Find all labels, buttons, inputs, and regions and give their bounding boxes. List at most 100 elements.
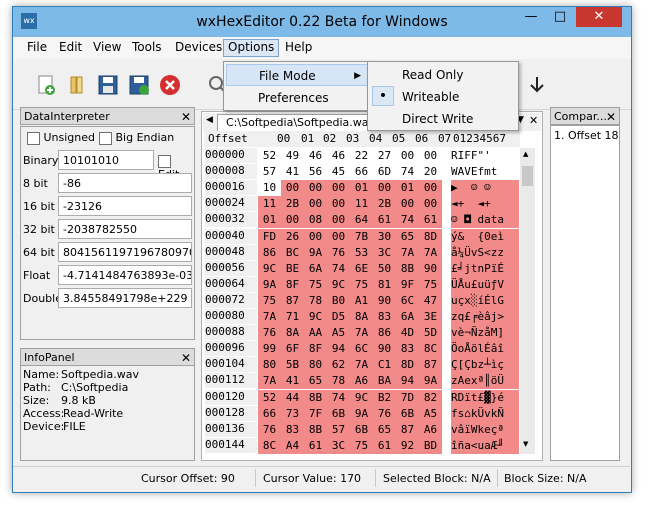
- hex-byte-cell[interactable]: 8C: [419, 341, 442, 358]
- hex-byte-cell[interactable]: 01: [350, 180, 373, 197]
- unsigned-option[interactable]: Unsigned: [27, 131, 95, 145]
- hex-byte-cell[interactable]: 9C: [258, 260, 281, 277]
- hex-byte-cell[interactable]: 01: [396, 180, 419, 197]
- hex-byte-cell[interactable]: 26: [281, 228, 304, 245]
- hex-byte-cell[interactable]: 00: [327, 228, 350, 245]
- hex-byte-cell[interactable]: 00: [281, 212, 304, 229]
- unsigned-checkbox[interactable]: [27, 131, 40, 145]
- hex-byte-cell[interactable]: 7D: [396, 389, 419, 406]
- hex-byte-cell[interactable]: 83: [373, 309, 396, 325]
- menu-item-read-only[interactable]: Read Only: [370, 64, 516, 86]
- hex-byte-cell[interactable]: 75: [350, 276, 373, 293]
- hex-byte-cell[interactable]: 9A: [304, 244, 327, 261]
- ascii-cell[interactable]: vè¬ÑzåM]: [451, 325, 519, 342]
- hex-byte-cell[interactable]: 00: [281, 180, 304, 197]
- hex-byte-cell[interactable]: 5B: [281, 357, 304, 374]
- hex-byte-cell[interactable]: 75: [419, 276, 442, 293]
- hex-byte-cell[interactable]: 00: [373, 180, 396, 197]
- ascii-cell[interactable]: uçx░íÉlG: [451, 292, 519, 309]
- ascii-cell[interactable]: ◄+ ◄+: [451, 196, 519, 213]
- hex-byte-cell[interactable]: 62: [327, 357, 350, 374]
- title-bar[interactable]: wx wxHexEditor 0.22 Beta for Windows — □…: [13, 7, 631, 37]
- ascii-cell[interactable]: ÖoÅölÉâî: [451, 341, 519, 358]
- hex-byte-cell[interactable]: 74: [327, 260, 350, 277]
- hex-byte-cell[interactable]: BA: [373, 373, 396, 390]
- hex-byte-cell[interactable]: 6C: [396, 292, 419, 309]
- hex-byte-cell[interactable]: 76: [258, 325, 281, 342]
- menu-file[interactable]: File: [27, 40, 47, 57]
- hex-byte-cell[interactable]: 6B: [350, 421, 373, 438]
- hex-byte-cell[interactable]: 3C: [327, 437, 350, 454]
- hex-byte-cell[interactable]: 6A: [396, 309, 419, 325]
- 64bit-field[interactable]: 8041561197196780970: [58, 242, 192, 262]
- hex-byte-cell[interactable]: 50: [373, 260, 396, 277]
- hex-byte-cell[interactable]: 8F: [304, 341, 327, 358]
- hex-byte-cell[interactable]: 76: [327, 244, 350, 261]
- hex-byte-cell[interactable]: 11: [258, 196, 281, 213]
- ascii-cell[interactable]: WAVEfmt: [451, 164, 519, 181]
- hex-byte-cell[interactable]: 61: [373, 437, 396, 454]
- vertical-scrollbar[interactable]: ▲ ▼: [520, 148, 535, 454]
- menu-item-direct-write[interactable]: Direct Write: [370, 108, 516, 130]
- hex-byte-cell[interactable]: 6E: [350, 260, 373, 277]
- hex-byte-cell[interactable]: 61: [304, 437, 327, 454]
- hex-byte-cell[interactable]: 49: [281, 148, 304, 164]
- hex-byte-cell[interactable]: 00: [419, 196, 442, 213]
- ascii-cell[interactable]: fs⌂kÜvkÑ: [451, 405, 519, 422]
- list-item[interactable]: 1. Offset 18: [554, 129, 619, 142]
- 16bit-field[interactable]: -23126: [58, 196, 192, 216]
- hex-byte-cell[interactable]: 2B: [373, 196, 396, 213]
- hex-byte-cell[interactable]: 7A: [258, 373, 281, 390]
- hex-byte-cell[interactable]: 71: [281, 309, 304, 325]
- hex-byte-cell[interactable]: 8A: [350, 309, 373, 325]
- hex-byte-cell[interactable]: 74: [327, 389, 350, 406]
- hex-byte-cell[interactable]: 75: [258, 292, 281, 309]
- hex-byte-cell[interactable]: 6F: [281, 341, 304, 358]
- hex-byte-cell[interactable]: 6B: [396, 405, 419, 422]
- hex-byte-cell[interactable]: 56: [304, 164, 327, 181]
- hex-byte-cell[interactable]: 3E: [419, 309, 442, 325]
- hex-byte-cell[interactable]: 75: [304, 276, 327, 293]
- hex-byte-cell[interactable]: 83: [281, 421, 304, 438]
- goto-down-icon[interactable]: [525, 73, 549, 97]
- menu-item-preferences[interactable]: Preferences: [226, 87, 368, 109]
- hex-byte-cell[interactable]: 80: [304, 357, 327, 374]
- ascii-cell[interactable]: vâïWkeçª: [451, 421, 519, 438]
- hex-byte-cell[interactable]: 3C: [373, 244, 396, 261]
- hex-byte-cell[interactable]: 8C: [258, 437, 281, 454]
- hex-byte-cell[interactable]: 11: [350, 196, 373, 213]
- hex-byte-cell[interactable]: 00: [396, 196, 419, 213]
- hex-byte-cell[interactable]: 00: [419, 148, 442, 164]
- hex-byte-cell[interactable]: 00: [304, 196, 327, 213]
- close-icon[interactable]: ✕: [606, 108, 616, 126]
- ascii-cell[interactable]: ☺ ◘ data: [451, 212, 519, 229]
- hex-byte-cell[interactable]: 52: [258, 389, 281, 406]
- hex-byte-cell[interactable]: 57: [327, 421, 350, 438]
- hex-byte-cell[interactable]: 8B: [304, 389, 327, 406]
- hex-byte-cell[interactable]: 86: [258, 244, 281, 261]
- hex-byte-cell[interactable]: 80: [258, 357, 281, 374]
- hex-byte-cell[interactable]: 65: [396, 228, 419, 245]
- hex-byte-cell[interactable]: A4: [281, 437, 304, 454]
- close-icon[interactable]: ✕: [181, 349, 191, 367]
- menu-help[interactable]: Help: [285, 40, 312, 57]
- hex-byte-cell[interactable]: 08: [304, 212, 327, 229]
- hex-byte-cell[interactable]: C1: [373, 357, 396, 374]
- hex-byte-cell[interactable]: 00: [419, 180, 442, 197]
- hex-byte-cell[interactable]: BD: [419, 437, 442, 454]
- hex-byte-cell[interactable]: 46: [304, 148, 327, 164]
- hex-byte-cell[interactable]: 61: [419, 212, 442, 229]
- save-as-icon[interactable]: [127, 73, 151, 97]
- hex-byte-cell[interactable]: 10: [258, 180, 281, 197]
- hex-byte-cell[interactable]: 9C: [304, 309, 327, 325]
- hex-byte-cell[interactable]: 2B: [281, 196, 304, 213]
- close-icon[interactable]: ✕: [181, 108, 191, 126]
- hex-byte-cell[interactable]: 7F: [304, 405, 327, 422]
- hex-byte-cell[interactable]: 66: [258, 405, 281, 422]
- ascii-cell[interactable]: zAexª║öÜ: [451, 373, 519, 390]
- hex-byte-cell[interactable]: 9A: [350, 405, 373, 422]
- hex-byte-cell[interactable]: 92: [396, 437, 419, 454]
- ascii-cell[interactable]: ý& {0eì: [451, 228, 519, 245]
- ascii-cell[interactable]: Ç[Çbz┴ìç: [451, 357, 519, 374]
- tab-nav-left-icon[interactable]: ◀: [206, 115, 213, 125]
